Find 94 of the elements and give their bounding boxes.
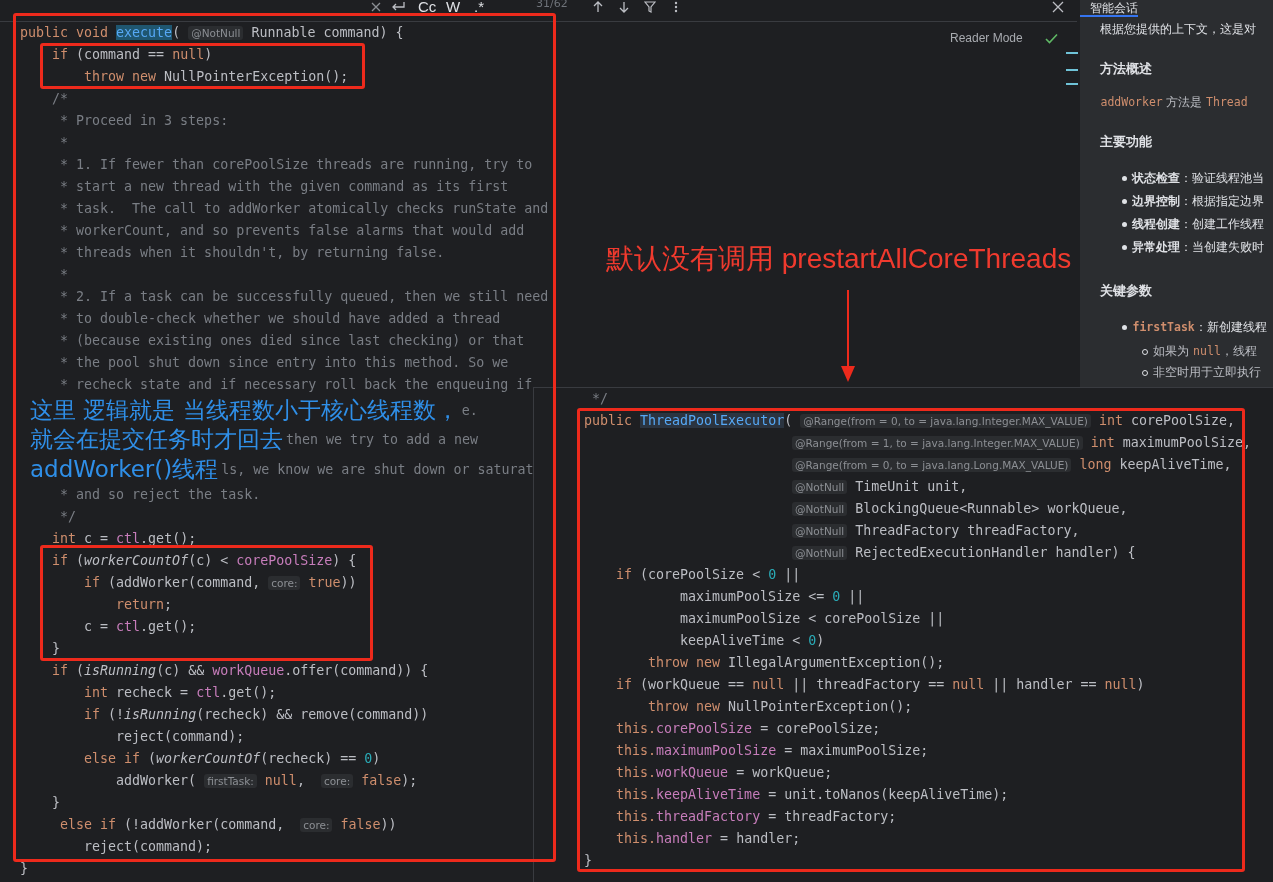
- code-comment-fragment: ls, we know we are shut down or saturat: [221, 461, 534, 477]
- annotation-text: 这里 逻辑就是 当线程数小于核心线程数，: [30, 396, 459, 426]
- code-line: * recheck state and if necessary roll back the enqueuing if: [59, 376, 533, 394]
- code-line: @NotNull ThreadFactory threadFactory,: [584, 520, 1080, 542]
- code-line: * (because existing ones died since last checking) or that: [59, 332, 525, 350]
- bullet-item: 状态检查：验证线程池当: [1132, 170, 1265, 187]
- code-line: throw new NullPointerException();: [647, 698, 913, 716]
- code-line: *: [59, 134, 69, 152]
- code-line: reject(command);: [115, 728, 245, 746]
- newline-icon[interactable]: [390, 1, 406, 13]
- code-line: }: [20, 860, 28, 878]
- bullet-item: firstTask：新创建线程: [1132, 319, 1267, 336]
- chat-tab[interactable]: 智能会话: [1080, 1, 1139, 17]
- code-line: }: [51, 794, 61, 812]
- scrollbar-marks-drawing: [1066, 52, 1078, 86]
- code-line: @NotNull BlockingQueue<Runnable> workQueue,: [584, 498, 1128, 520]
- code-line: * workerCount, and so prevents false alarms that would add: [59, 222, 525, 240]
- code-line: if (corePoolSize < 0 ||: [615, 566, 801, 585]
- bullet-icon: [1122, 245, 1128, 250]
- code-line: this.maximumPoolSize = maximumPoolSize;: [615, 742, 929, 760]
- code-line: else if (workerCountOf(recheck) == 0): [83, 750, 381, 768]
- code-line: throw new NullPointerException();: [83, 68, 349, 86]
- code-line: * task. The call to addWorker atomically checks runState and: [59, 200, 549, 218]
- code-line: @NotNull TimeUnit unit,: [584, 476, 968, 498]
- chat-text: addWorker 方法是 Thread: [1100, 94, 1249, 110]
- code-line: public ThreadPoolExecutor( @Range(from = 0, to = java.lang.Integer.MAX_VALUE) int corePoolSize,: [584, 412, 1236, 430]
- code-line: * Proceed in 3 steps:: [59, 112, 229, 130]
- annotation-text: 就会在提交任务时才回去: [30, 425, 283, 455]
- more-icon[interactable]: [674, 1, 678, 13]
- code-line: if (addWorker(command, core: true)): [83, 574, 357, 592]
- bullet-item: 线程创建：创建工作线程: [1132, 216, 1265, 233]
- chat-heading: 关键参数: [1100, 283, 1154, 299]
- chat-text: 根据您提供的上下文，这是对: [1100, 21, 1258, 37]
- bullet-icon: [1122, 176, 1128, 181]
- bullet-icon: [1122, 222, 1128, 227]
- code-line: }: [584, 852, 592, 870]
- code-line: else if (!addWorker(command, core: false)): [59, 816, 397, 834]
- code-line: this.workQueue = workQueue;: [615, 764, 833, 782]
- reader-mode-link[interactable]: Reader Mode: [950, 31, 1023, 45]
- code-line: int recheck = ctl.get();: [83, 684, 277, 702]
- bullet-item: 非空时用于立即执行: [1153, 364, 1262, 381]
- code-line: /*: [51, 90, 69, 108]
- code-line: @Range(from = 0, to = java.lang.Long.MAX_VALUE) long keepAliveTime,: [584, 454, 1232, 476]
- code-line: maximumPoolSize <= 0 ||: [679, 588, 865, 607]
- code-line: * to double-check whether we should have added a thread: [59, 310, 501, 328]
- code-line: addWorker( firstTask: null, core: false);: [115, 772, 418, 790]
- clear-icon[interactable]: [370, 1, 382, 13]
- code-line: maximumPoolSize < corePoolSize ||: [679, 610, 945, 629]
- code-line: return;: [115, 596, 173, 614]
- annotation-text: 默认没有调用 prestartAllCoreThreads: [606, 242, 1072, 276]
- code-line: if (!isRunning(recheck) && remove(command)): [83, 706, 429, 724]
- code-line: *: [59, 266, 69, 284]
- code-line: if (workerCountOf(c) < corePoolSize) {: [51, 552, 357, 570]
- regex-toggle[interactable]: .*: [474, 0, 484, 15]
- bullet-item: 如果为 null，线程: [1153, 343, 1257, 360]
- chat-heading: 主要功能: [1100, 134, 1154, 150]
- filter-icon[interactable]: [644, 1, 656, 13]
- bullet-icon: [1122, 199, 1128, 204]
- code-line: int c = ctl.get();: [51, 530, 197, 548]
- code-line: this.handler = handler;: [615, 830, 801, 848]
- check-icon: [1044, 32, 1058, 44]
- annotation-text: addWorker()线程: [30, 454, 219, 484]
- code-line: */: [59, 508, 77, 526]
- code-line: * threads when it shouldn't, by returning false.: [59, 244, 445, 262]
- code-line: this.corePoolSize = corePoolSize;: [615, 720, 881, 738]
- code-line: * the pool shut down since entry into this method. So we: [59, 354, 509, 372]
- bullet-item: 边界控制：根据指定边界: [1132, 193, 1265, 210]
- code-line: if (command == null): [51, 46, 213, 64]
- code-line: }: [51, 640, 61, 658]
- match-case-toggle[interactable]: Cc: [418, 0, 437, 15]
- code-line: * and so reject the task.: [59, 486, 261, 504]
- code-comment-fragment: then we try to add a new: [286, 432, 479, 448]
- code-line: if (workQueue == null || threadFactory == null || handler == null): [615, 676, 1145, 695]
- code-line: if (isRunning(c) && workQueue.offer(command)) {: [51, 662, 429, 680]
- bullet-icon: [1122, 325, 1128, 330]
- bullet-item: 异常处理：当创建失败时: [1132, 239, 1265, 256]
- code-line: this.keepAliveTime = unit.toNanos(keepAliveTime);: [615, 786, 1009, 804]
- code-line: c = ctl.get();: [83, 618, 197, 636]
- code-line: reject(command);: [83, 838, 213, 856]
- arrow-up-icon[interactable]: [592, 1, 604, 13]
- close-icon[interactable]: [1052, 1, 1064, 13]
- code-line: * 1. If fewer than corePoolSize threads are running, try to: [59, 156, 533, 174]
- code-line: throw new IllegalArgumentException();: [647, 654, 945, 672]
- code-line: this.threadFactory = threadFactory;: [615, 808, 897, 826]
- code-line: */: [591, 390, 609, 408]
- whole-word-toggle[interactable]: W: [446, 0, 461, 15]
- code-line: public void execute( @NotNull Runnable command) {: [20, 24, 404, 42]
- code-line: * 2. If a task can be successfully queued, then we still need: [59, 288, 549, 306]
- code-line: * start a new thread with the given command as its first: [59, 178, 509, 196]
- code-comment-fragment: e.: [461, 403, 478, 419]
- code-line: keepAliveTime < 0): [679, 632, 825, 650]
- code-line: @NotNull RejectedExecutionHandler handler) {: [584, 542, 1136, 564]
- arrow-down-icon[interactable]: [618, 1, 630, 13]
- chat-heading: 方法概述: [1100, 61, 1154, 77]
